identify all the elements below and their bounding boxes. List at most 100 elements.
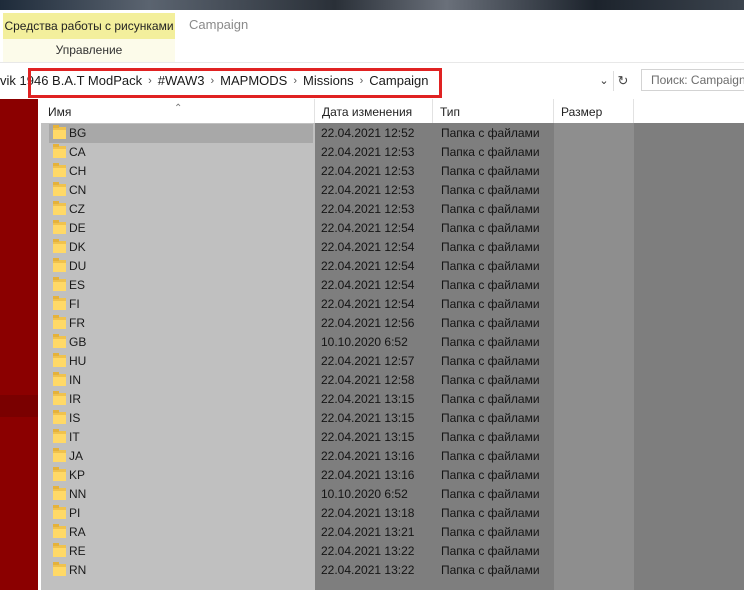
folder-icon <box>53 220 66 234</box>
table-row[interactable]: FI 22.04.2021 12:54 Папка с файлами <box>41 295 744 314</box>
file-name: CN <box>69 183 87 197</box>
folder-icon <box>53 315 66 329</box>
table-row[interactable]: IR 22.04.2021 13:15 Папка с файлами <box>41 390 744 409</box>
refresh-icon[interactable]: ↻ <box>613 71 632 91</box>
file-date-modified: 22.04.2021 12:54 <box>321 297 415 311</box>
folder-icon <box>53 467 66 481</box>
table-row[interactable]: ES 22.04.2021 12:54 Папка с файлами <box>41 276 744 295</box>
file-type: Папка с файлами <box>441 487 540 501</box>
file-date-modified: 22.04.2021 12:54 <box>321 259 415 273</box>
folder-icon <box>53 296 66 310</box>
file-date-modified: 22.04.2021 13:15 <box>321 430 415 444</box>
table-row[interactable]: NN 10.10.2020 6:52 Папка с файлами <box>41 485 744 504</box>
file-date-modified: 22.04.2021 12:52 <box>321 126 415 140</box>
table-row[interactable]: PI 22.04.2021 13:18 Папка с файлами <box>41 504 744 523</box>
table-row[interactable]: RE 22.04.2021 13:22 Папка с файлами <box>41 542 744 561</box>
file-name: DK <box>69 240 86 254</box>
table-row[interactable]: KP 22.04.2021 13:16 Папка с файлами <box>41 466 744 485</box>
column-header-size[interactable]: Размер <box>554 99 634 123</box>
window-background-strip <box>0 0 744 10</box>
folder-icon <box>53 334 66 348</box>
file-list: Имя ⌃ Дата изменения Тип Размер BG 22.04.… <box>41 99 744 590</box>
table-row[interactable]: RA 22.04.2021 13:21 Папка с файлами <box>41 523 744 542</box>
table-row[interactable]: CN 22.04.2021 12:53 Папка с файлами <box>41 181 744 200</box>
folder-icon <box>53 163 66 177</box>
file-type: Папка с файлами <box>441 145 540 159</box>
file-type: Папка с файлами <box>441 164 540 178</box>
table-row[interactable]: IN 22.04.2021 12:58 Папка с файлами <box>41 371 744 390</box>
ribbon: Средства работы с рисунками Управление C… <box>0 10 744 63</box>
folder-icon <box>53 239 66 253</box>
table-row[interactable]: IS 22.04.2021 13:15 Папка с файлами <box>41 409 744 428</box>
file-type: Папка с файлами <box>441 468 540 482</box>
file-type: Папка с файлами <box>441 221 540 235</box>
file-name: HU <box>69 354 87 368</box>
manage-tab[interactable]: Управление <box>3 39 175 63</box>
column-header-name[interactable]: Имя ⌃ <box>41 99 315 123</box>
table-row[interactable]: DU 22.04.2021 12:54 Папка с файлами <box>41 257 744 276</box>
table-row[interactable]: CH 22.04.2021 12:53 Папка с файлами <box>41 162 744 181</box>
table-row[interactable]: CA 22.04.2021 12:53 Папка с файлами <box>41 143 744 162</box>
file-date-modified: 22.04.2021 12:54 <box>321 221 415 235</box>
manage-tab-label: Управление <box>55 43 123 57</box>
navigation-pane-selected-item[interactable] <box>0 395 38 417</box>
column-header-type[interactable]: Тип <box>433 99 554 123</box>
file-name: IN <box>69 373 81 387</box>
row-selection-highlight <box>49 124 313 143</box>
folder-icon <box>53 410 66 424</box>
file-type: Папка с файлами <box>441 259 540 273</box>
file-type: Папка с файлами <box>441 449 540 463</box>
file-date-modified: 22.04.2021 12:53 <box>321 183 415 197</box>
file-name: CZ <box>69 202 85 216</box>
folder-icon <box>53 353 66 367</box>
column-header-date[interactable]: Дата изменения <box>315 99 433 123</box>
file-date-modified: 22.04.2021 12:58 <box>321 373 415 387</box>
context-tab-picture-tools[interactable]: Средства работы с рисунками <box>3 13 175 39</box>
table-row[interactable]: CZ 22.04.2021 12:53 Папка с файлами <box>41 200 744 219</box>
folder-icon <box>53 505 66 519</box>
search-input[interactable]: Поиск: Campaign <box>641 69 744 91</box>
folder-icon <box>53 182 66 196</box>
table-row[interactable]: DE 22.04.2021 12:54 Папка с файлами <box>41 219 744 238</box>
file-date-modified: 22.04.2021 12:54 <box>321 240 415 254</box>
table-row[interactable]: IT 22.04.2021 13:15 Папка с файлами <box>41 428 744 447</box>
table-row[interactable]: RN 22.04.2021 13:22 Папка с файлами <box>41 561 744 580</box>
navigation-pane[interactable] <box>0 99 38 590</box>
file-type: Папка с файлами <box>441 278 540 292</box>
file-name: GB <box>69 335 87 349</box>
file-date-modified: 22.04.2021 12:57 <box>321 354 415 368</box>
chevron-down-icon[interactable]: ⌄ <box>596 73 612 89</box>
file-date-modified: 22.04.2021 12:54 <box>321 278 415 292</box>
file-date-modified: 22.04.2021 13:18 <box>321 506 415 520</box>
table-row[interactable]: FR 22.04.2021 12:56 Папка с файлами <box>41 314 744 333</box>
file-name: DU <box>69 259 87 273</box>
file-type: Папка с файлами <box>441 316 540 330</box>
annotation-highlight-box <box>28 68 442 98</box>
file-name: PI <box>69 506 81 520</box>
folder-icon <box>53 258 66 272</box>
file-type: Папка с файлами <box>441 430 540 444</box>
file-date-modified: 22.04.2021 12:56 <box>321 316 415 330</box>
file-name: DE <box>69 221 86 235</box>
folder-icon <box>53 486 66 500</box>
file-name: JA <box>69 449 84 463</box>
folder-icon <box>53 448 66 462</box>
table-row[interactable]: JA 22.04.2021 13:16 Папка с файлами <box>41 447 744 466</box>
file-type: Папка с файлами <box>441 126 540 140</box>
file-type: Папка с файлами <box>441 240 540 254</box>
folder-icon <box>53 429 66 443</box>
table-row[interactable]: BG 22.04.2021 12:52 Папка с файлами <box>41 124 744 143</box>
address-bar-row: vik 1946 B.A.T ModPack › #WAW3 › MAPMODS › Mis… <box>0 62 744 100</box>
table-row[interactable]: HU 22.04.2021 12:57 Папка с файлами <box>41 352 744 371</box>
folder-icon <box>53 125 66 139</box>
folder-icon <box>53 144 66 158</box>
table-row[interactable]: GB 10.10.2020 6:52 Папка с файлами <box>41 333 744 352</box>
file-date-modified: 10.10.2020 6:52 <box>321 335 408 349</box>
file-name: RN <box>69 563 87 577</box>
file-type: Папка с файлами <box>441 563 540 577</box>
file-date-modified: 22.04.2021 13:16 <box>321 468 415 482</box>
file-name: IS <box>69 411 81 425</box>
table-row[interactable]: DK 22.04.2021 12:54 Папка с файлами <box>41 238 744 257</box>
sort-up-icon: ⌃ <box>174 103 183 114</box>
file-type: Папка с файлами <box>441 335 540 349</box>
